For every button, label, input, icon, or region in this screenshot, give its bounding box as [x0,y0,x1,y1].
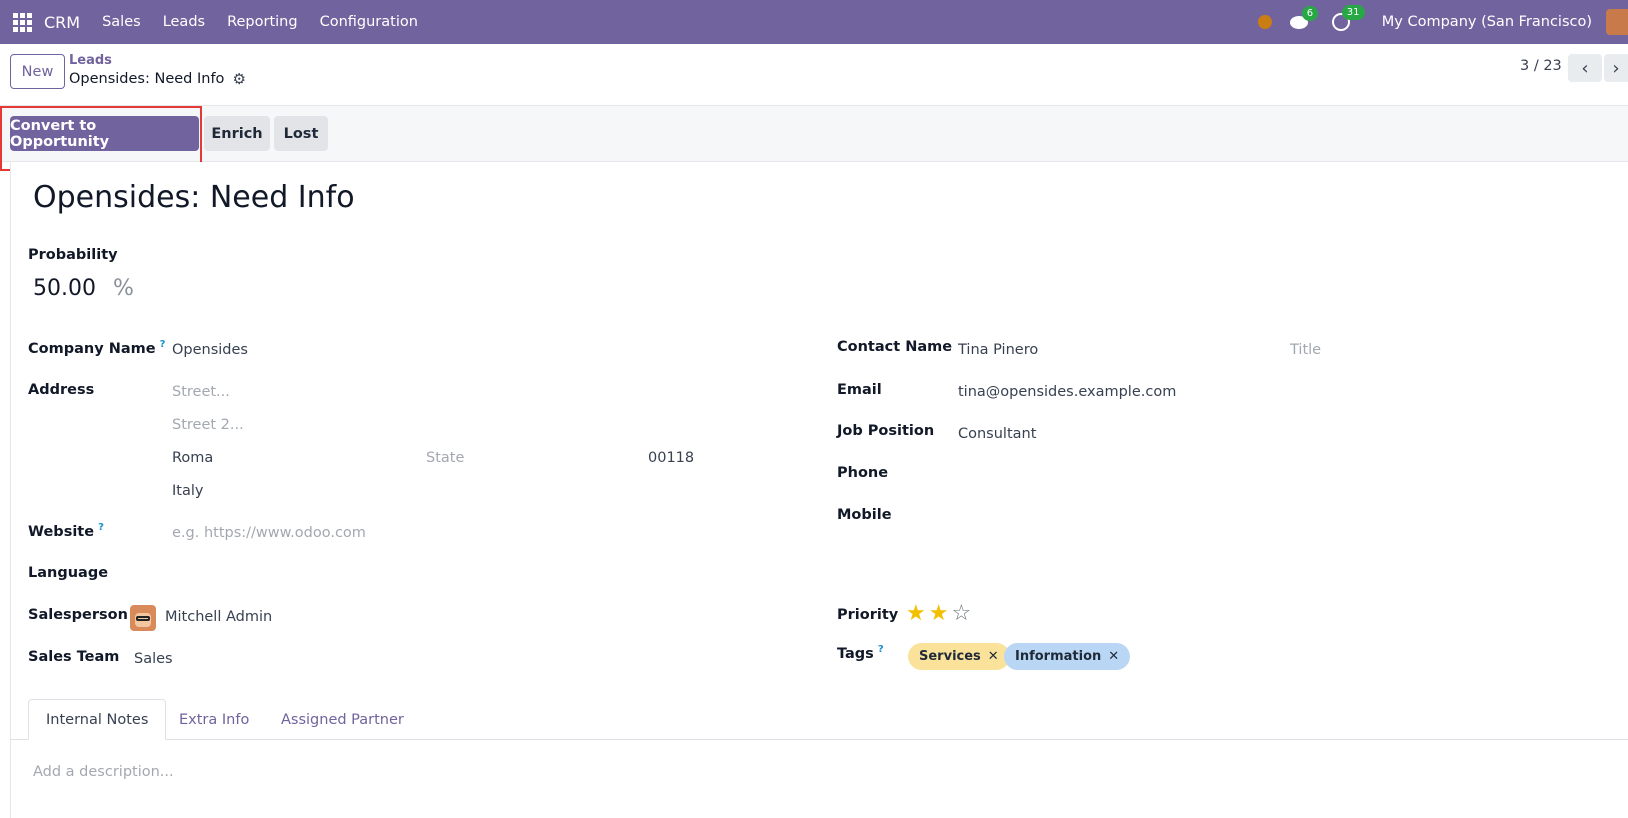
mobile-label: Mobile [837,507,892,523]
email-input[interactable]: tina@opensides.example.com [958,384,1176,400]
website-input[interactable]: e.g. https://www.odoo.com [172,525,366,541]
language-label: Language [28,565,109,581]
probability-label: Probability [28,247,118,263]
breadcrumb-current: Opensides: Need Info ⚙ [69,70,246,88]
contact-title-select[interactable]: Title [1290,342,1321,358]
country-select[interactable]: Italy [172,483,203,499]
tag-label: Services [919,649,981,664]
phone-label: Phone [837,465,889,481]
company-switcher[interactable]: My Company (San Francisco) [1382,14,1592,30]
convert-to-opportunity-button[interactable]: Convert to Opportunity [10,116,199,151]
contact-name-label: Contact Name [837,339,953,355]
control-panel: New Leads Opensides: Need Info ⚙ 3 / 23 … [0,44,1628,106]
job-position-input[interactable]: Consultant [958,426,1036,442]
app-brand[interactable]: CRM [44,13,80,32]
priority-stars: ★ ★ ☆ [906,603,974,625]
record-title[interactable]: Opensides: Need Info [33,180,355,215]
website-label-text: Website [28,523,95,540]
street2-input[interactable]: Street 2... [172,417,244,433]
company-name-label: Company Name? [28,339,165,357]
help-tooltip-icon[interactable]: ? [160,339,166,350]
activities-clock-icon[interactable]: 31 [1331,5,1365,31]
internal-notes-editor[interactable]: Add a description... [33,764,174,780]
chevron-left-icon: ‹ [1581,57,1589,79]
help-tooltip-icon[interactable]: ? [98,522,104,533]
address-label: Address [28,382,95,398]
tag-label: Information [1015,649,1102,664]
debug-bug-icon[interactable] [1257,15,1272,29]
tags-label: Tags? [837,644,884,662]
priority-star-empty-icon[interactable]: ☆ [951,603,971,625]
sales-team-label: Sales Team [28,649,120,665]
apps-menu-icon[interactable] [0,0,44,44]
gear-icon[interactable]: ⚙ [232,70,245,88]
sales-team-input[interactable]: Sales [134,651,173,667]
chevron-right-icon: › [1612,57,1620,79]
tab-extra-info[interactable]: Extra Info [162,699,266,740]
state-select[interactable]: State [426,450,464,466]
contact-name-input[interactable]: Tina Pinero [958,342,1038,358]
priority-star-icon[interactable]: ★ [929,603,949,625]
zip-input[interactable]: 00118 [648,450,694,466]
tag-information: Information ✕ [1004,643,1131,670]
help-tooltip-icon[interactable]: ? [878,644,884,655]
company-name-input[interactable]: Opensides [172,342,248,358]
breadcrumb-current-label: Opensides: Need Info [69,71,225,87]
tab-internal-notes[interactable]: Internal Notes [28,699,167,740]
tag-services: Services ✕ [908,643,1010,670]
pager-value[interactable]: 3 / 23 [1520,58,1562,74]
enrich-button[interactable]: Enrich [204,116,270,151]
salesperson-label: Salesperson [28,607,128,623]
tab-assigned-partner[interactable]: Assigned Partner [264,699,421,740]
new-button[interactable]: New [10,54,65,89]
email-label: Email [837,382,882,398]
city-input[interactable]: Roma [172,450,213,466]
probability-input[interactable]: 50.00 [33,276,96,301]
salesperson-input[interactable]: Mitchell Admin [165,609,272,625]
pager-next-button[interactable]: › [1604,54,1628,82]
priority-star-icon[interactable]: ★ [906,603,926,625]
tag-remove-icon[interactable]: ✕ [988,649,999,664]
menu-sales[interactable]: Sales [102,14,141,30]
salesperson-avatar [130,605,156,631]
messages-count-badge: 6 [1301,6,1319,21]
top-navbar: CRM Sales Leads Reporting Configuration … [0,0,1628,44]
job-position-label: Job Position [837,423,935,439]
breadcrumb-parent-link[interactable]: Leads [69,53,112,68]
form-statusbar: Convert to Opportunity Enrich Lost [0,106,1628,171]
pager-previous-button[interactable]: ‹ [1568,54,1602,82]
user-avatar[interactable] [1606,9,1628,35]
website-label: Website? [28,522,104,540]
company-name-label-text: Company Name [28,340,156,357]
activities-count-badge: 31 [1341,5,1365,20]
priority-label: Priority [837,607,899,623]
tags-label-text: Tags [837,645,874,662]
menu-leads[interactable]: Leads [163,14,205,30]
probability-unit: % [113,276,134,301]
menu-reporting[interactable]: Reporting [227,14,298,30]
lost-button[interactable]: Lost [274,116,328,151]
menu-configuration[interactable]: Configuration [320,14,418,30]
messages-icon[interactable]: 6 [1289,6,1319,30]
street-input[interactable]: Street... [172,384,230,400]
tag-remove-icon[interactable]: ✕ [1108,649,1119,664]
